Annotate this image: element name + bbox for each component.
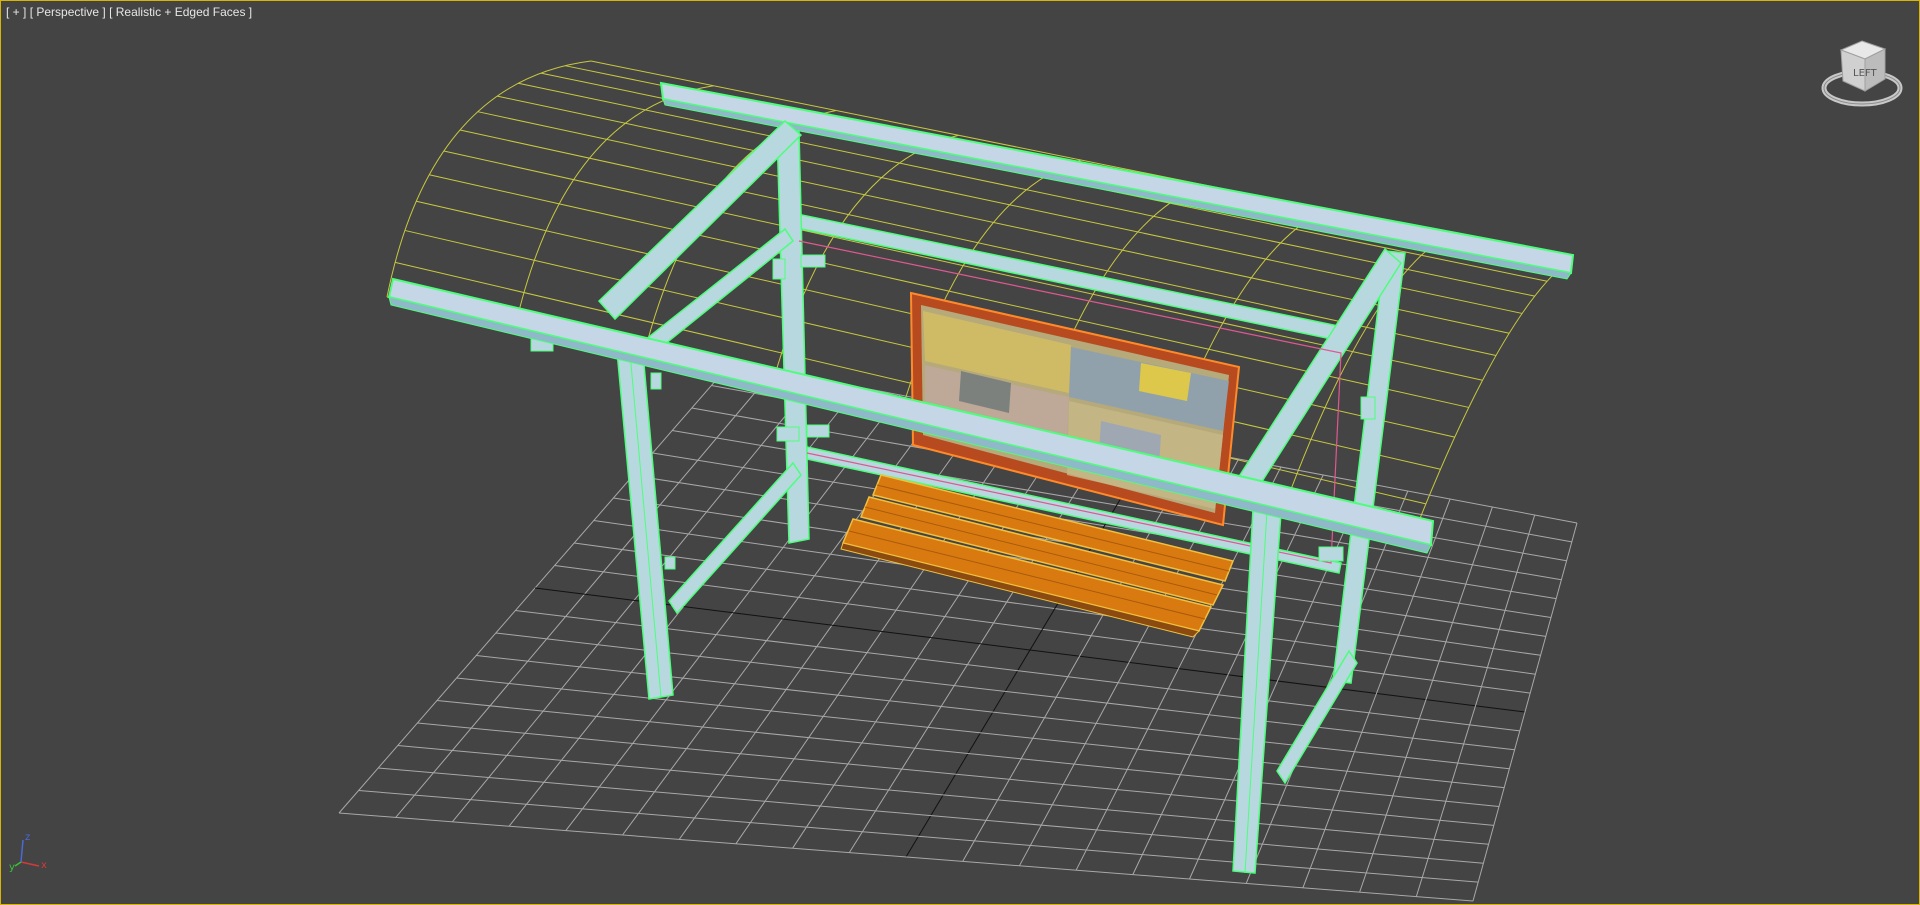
- label-bracket-open: [: [6, 5, 13, 19]
- grid-line: [397, 745, 1489, 845]
- label-bracket-mid2: ] [: [99, 5, 116, 19]
- axis-x-label: x: [41, 860, 47, 871]
- grid-line: [358, 790, 1479, 883]
- viewport-view-menu[interactable]: Perspective: [36, 5, 99, 19]
- scene-canvas[interactable]: [1, 1, 1920, 905]
- grid-line: [378, 767, 1484, 864]
- left-side-rail-lower[interactable]: [668, 461, 802, 615]
- label-bracket-mid1: ] [: [19, 5, 37, 19]
- axis-z-label: z: [25, 832, 30, 843]
- viewcube-face-label: LEFT: [1853, 68, 1877, 79]
- viewport-shading-menu[interactable]: Realistic + Edged Faces: [116, 5, 246, 19]
- front-right-post[interactable]: [1232, 508, 1282, 874]
- perspective-viewport[interactable]: [ + ] [ Perspective ] [ Realistic + Edge…: [0, 0, 1920, 905]
- axis-y-label: y: [9, 862, 15, 872]
- grid-line: [338, 812, 1474, 902]
- grid-line: [1415, 514, 1536, 897]
- roof-wire-line: [386, 60, 592, 298]
- viewport-plus-menu[interactable]: +: [13, 5, 20, 19]
- axis-tripod: x y z: [9, 832, 47, 872]
- grid-line: [1472, 522, 1578, 902]
- viewcube[interactable]: LEFT: [1817, 33, 1907, 113]
- grid-line: [1359, 506, 1493, 893]
- back-rail-upper[interactable]: [796, 213, 1344, 342]
- label-bracket-close: ]: [245, 5, 253, 19]
- viewport-label[interactable]: [ + ] [ Perspective ] [ Realistic + Edge…: [6, 5, 252, 19]
- right-side-rail-lower[interactable]: [1276, 649, 1358, 785]
